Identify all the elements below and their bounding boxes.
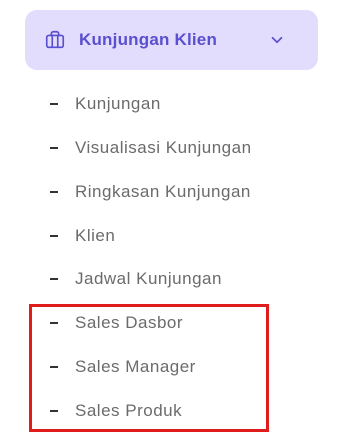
dash-bullet-icon [50,322,58,324]
submenu-item-label: Jadwal Kunjungan [75,269,222,288]
dash-bullet-icon [50,191,58,193]
submenu-item-label: Klien [75,226,116,245]
dash-bullet-icon [50,235,58,237]
submenu-item-label: Sales Manager [75,357,196,376]
submenu-item-sales-manager[interactable]: Sales Manager [0,351,341,383]
submenu-list: Kunjungan Visualisasi Kunjungan Ringkasa… [0,0,341,442]
submenu-item-label: Sales Produk [75,401,183,420]
submenu-item-label: Kunjungan [75,94,161,113]
submenu-item-visualisasi-kunjungan[interactable]: Visualisasi Kunjungan [0,132,341,164]
dash-bullet-icon [50,410,58,412]
submenu-item-label: Ringkasan Kunjungan [75,182,251,201]
submenu-item-klien[interactable]: Klien [0,220,341,252]
dash-bullet-icon [50,103,58,105]
dash-bullet-icon [50,147,58,149]
submenu-item-jadwal-kunjungan[interactable]: Jadwal Kunjungan [0,263,341,295]
submenu-item-label: Sales Dasbor [75,313,184,332]
submenu-item-ringkasan-kunjungan[interactable]: Ringkasan Kunjungan [0,176,341,208]
submenu-item-sales-produk[interactable]: Sales Produk [0,395,341,427]
dash-bullet-icon [50,278,58,280]
submenu-item-kunjungan[interactable]: Kunjungan [0,88,341,120]
sidebar-menu: Kunjungan Klien Kunjungan Visualisasi Ku… [0,0,341,442]
submenu-item-label: Visualisasi Kunjungan [75,138,252,157]
submenu-item-sales-dasbor[interactable]: Sales Dasbor [0,307,341,339]
dash-bullet-icon [50,366,58,368]
